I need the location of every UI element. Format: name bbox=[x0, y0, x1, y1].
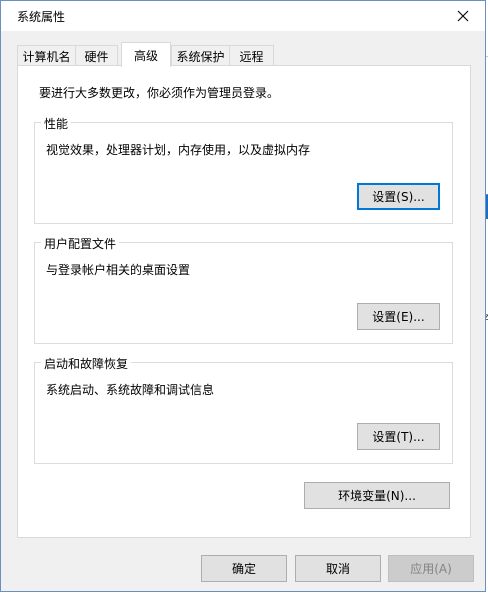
startup-recovery-settings-button[interactable]: 设置(T)... bbox=[357, 423, 440, 450]
user-profiles-settings-button[interactable]: 设置(E)... bbox=[357, 303, 440, 330]
environment-variables-button[interactable]: 环境变量(N)... bbox=[304, 482, 450, 509]
title-bar[interactable]: 系统属性 bbox=[1, 1, 485, 31]
startup-recovery-group-title: 启动和故障恢复 bbox=[41, 355, 132, 372]
tab-advanced[interactable]: 高级 bbox=[121, 42, 171, 67]
performance-settings-button[interactable]: 设置(S)... bbox=[357, 183, 440, 210]
startup-recovery-description: 系统启动、系统故障和调试信息 bbox=[46, 383, 215, 397]
performance-group: 性能 视觉效果，处理器计划，内存使用，以及虚拟内存 设置(S)... bbox=[34, 115, 453, 224]
user-profiles-description: 与登录帐户相关的桌面设置 bbox=[46, 263, 191, 277]
ok-button[interactable]: 确定 bbox=[201, 555, 287, 582]
tab-computer-name[interactable]: 计算机名 bbox=[17, 45, 76, 66]
user-profiles-group-title: 用户配置文件 bbox=[41, 235, 120, 252]
performance-group-title: 性能 bbox=[41, 115, 72, 132]
system-properties-dialog: 系统属性 计算机名 硬件 高级 系统保护 远程 要进行大多数更改，你必须作为管理… bbox=[0, 0, 486, 592]
user-profiles-group: 用户配置文件 与登录帐户相关的桌面设置 设置(E)... bbox=[34, 235, 453, 344]
cancel-button[interactable]: 取消 bbox=[295, 555, 381, 582]
close-icon bbox=[457, 10, 469, 22]
tab-system-protection[interactable]: 系统保护 bbox=[171, 45, 230, 66]
admin-notice: 要进行大多数更改，你必须作为管理员登录。 bbox=[39, 86, 280, 100]
window-title: 系统属性 bbox=[17, 10, 66, 24]
tab-hardware[interactable]: 硬件 bbox=[75, 45, 118, 66]
close-button[interactable] bbox=[441, 1, 485, 31]
tab-remote[interactable]: 远程 bbox=[229, 45, 274, 66]
apply-button[interactable]: 应用(A) bbox=[388, 555, 474, 582]
startup-recovery-group: 启动和故障恢复 系统启动、系统故障和调试信息 设置(T)... bbox=[34, 355, 453, 464]
advanced-tab-panel: 要进行大多数更改，你必须作为管理员登录。 性能 视觉效果，处理器计划，内存使用，… bbox=[17, 65, 471, 538]
performance-description: 视觉效果，处理器计划，内存使用，以及虚拟内存 bbox=[46, 143, 311, 157]
